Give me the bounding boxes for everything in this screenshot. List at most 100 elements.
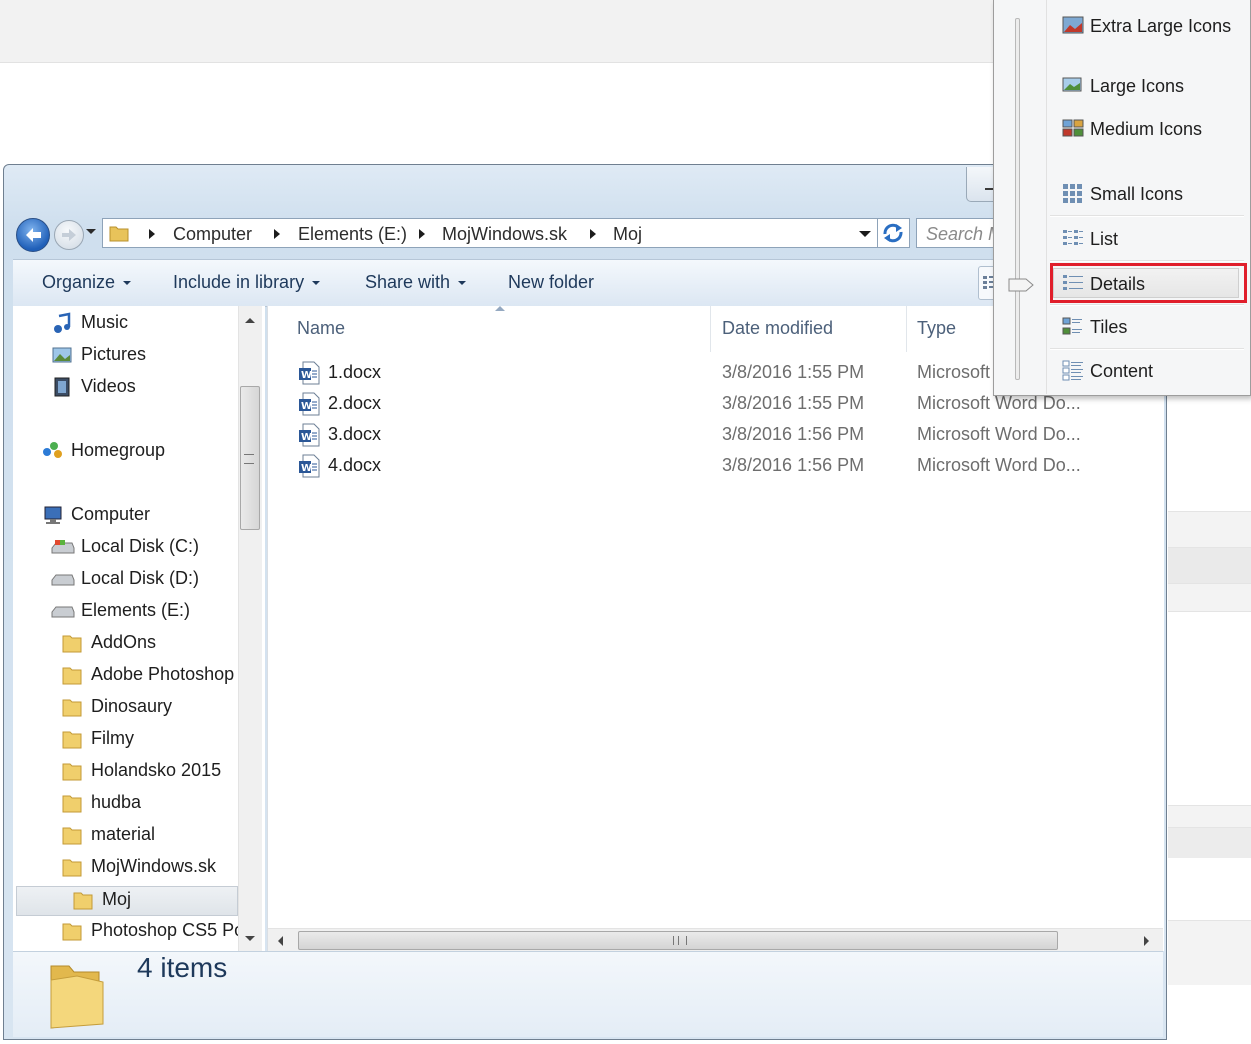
nav-label: Photoshop CS5 Po (91, 920, 245, 940)
menu-item-large-icons[interactable]: Large Icons (1054, 71, 1244, 101)
menu-item-extra-large-icons[interactable]: Extra Large Icons (1054, 11, 1244, 41)
nav-item-hudba[interactable]: hudba (61, 790, 251, 816)
file-name: 3.docx (328, 424, 382, 444)
nav-item-music[interactable]: Music (51, 310, 241, 336)
file-row[interactable]: W 3.docx 3/8/2016 1:56 PM Microsoft Word… (268, 420, 1164, 450)
menu-item-small-icons[interactable]: Small Icons (1054, 179, 1244, 209)
folder-icon (62, 635, 82, 653)
scroll-down-icon[interactable] (245, 936, 255, 941)
column-divider[interactable] (710, 306, 711, 352)
nav-label: Local Disk (C:) (81, 536, 200, 556)
breadcrumb-arrow-icon[interactable] (149, 229, 155, 239)
details-pane: 4 items (13, 951, 1163, 1037)
menu-item-label: Large Icons (1090, 76, 1185, 96)
nav-item-homegroup[interactable]: Homegroup (41, 438, 241, 464)
file-type: Microsoft Word Do... (917, 393, 1081, 413)
refresh-button[interactable] (878, 218, 910, 248)
extra-large-icons-icon (1062, 16, 1084, 34)
column-header-name[interactable]: Name (297, 318, 345, 339)
address-history-dropdown[interactable] (859, 231, 871, 237)
videos-icon (54, 377, 70, 397)
menu-item-tiles[interactable]: Tiles (1054, 312, 1244, 342)
menu-item-label: Tiles (1090, 317, 1128, 337)
word-document-icon: W (299, 361, 320, 385)
new-folder-button[interactable]: New folder (508, 272, 594, 293)
folder-icon (109, 226, 129, 242)
nav-item-videos[interactable]: Videos (51, 374, 241, 400)
back-button[interactable] (16, 218, 50, 252)
chevron-down-icon (123, 281, 132, 286)
folder-icon (62, 795, 82, 813)
breadcrumb-mojwindows[interactable]: MojWindows.sk (442, 224, 567, 245)
forward-arrow-icon (62, 229, 76, 241)
nav-item-elements-e[interactable]: Elements (E:) (51, 598, 241, 624)
menu-item-content[interactable]: Content (1054, 356, 1244, 386)
small-icons-icon (1063, 184, 1082, 203)
nav-item-addons[interactable]: AddOns (61, 630, 251, 656)
nav-label: Adobe Photoshop (91, 664, 235, 684)
forward-button[interactable] (54, 220, 84, 250)
scroll-up-icon[interactable] (245, 318, 255, 323)
file-type: Microsoft Word Do... (917, 455, 1081, 475)
column-divider[interactable] (906, 306, 907, 352)
word-document-icon: W (299, 423, 320, 447)
breadcrumb-arrow-icon[interactable] (419, 229, 425, 239)
folder-icon (62, 763, 82, 781)
scroll-left-icon[interactable] (278, 936, 283, 946)
include-in-library-label: Include in library (173, 272, 305, 292)
nav-item-pictures[interactable]: Pictures (51, 342, 241, 368)
breadcrumb-moj[interactable]: Moj (613, 224, 642, 245)
scroll-right-icon[interactable] (1144, 936, 1149, 946)
nav-item-adobe-photoshop[interactable]: Adobe Photoshop (61, 662, 261, 688)
file-date: 3/8/2016 1:55 PM (722, 362, 865, 382)
column-header-type[interactable]: Type (917, 318, 956, 339)
nav-pane-scrollbar[interactable] (238, 306, 262, 951)
nav-item-local-disk-d[interactable]: Local Disk (D:) (51, 566, 241, 592)
breadcrumb-arrow-icon[interactable] (590, 229, 596, 239)
nav-label: material (91, 824, 156, 844)
file-list: Name Date modified Type W 1.docx 3/8/201… (267, 306, 1164, 952)
organize-button[interactable]: Organize (42, 272, 132, 293)
nav-item-moj[interactable]: Moj (16, 886, 238, 916)
recent-pages-dropdown[interactable] (86, 229, 96, 234)
menu-item-list[interactable]: List (1054, 224, 1244, 254)
nav-label: Elements (E:) (81, 600, 191, 620)
menu-separator (1050, 215, 1244, 217)
drive-icon (51, 574, 75, 586)
nav-item-computer[interactable]: Computer (41, 502, 241, 528)
breadcrumb-elements[interactable]: Elements (E:) (298, 224, 407, 245)
nav-label: Homegroup (71, 440, 166, 460)
nav-item-photoshop-cs5[interactable]: Photoshop CS5 Po (61, 918, 261, 944)
menu-item-label: Content (1090, 361, 1154, 381)
sort-ascending-icon (495, 306, 505, 311)
nav-label: Computer (71, 504, 151, 524)
breadcrumb-computer[interactable]: Computer (173, 224, 252, 245)
file-row[interactable]: W 4.docx 3/8/2016 1:56 PM Microsoft Word… (268, 451, 1164, 481)
nav-item-holandsko-2015[interactable]: Holandsko 2015 (61, 758, 251, 784)
address-bar[interactable]: Computer Elements (E:) MojWindows.sk Moj (102, 218, 878, 248)
nav-item-dinosaury[interactable]: Dinosaury (61, 694, 251, 720)
file-date: 3/8/2016 1:56 PM (722, 424, 865, 444)
nav-label: Music (81, 312, 129, 332)
music-icon (54, 312, 71, 333)
nav-label: hudba (91, 792, 142, 812)
nav-item-mojwindows[interactable]: MojWindows.sk (61, 854, 251, 880)
back-arrow-icon (26, 228, 41, 242)
computer-icon (44, 506, 62, 524)
share-with-button[interactable]: Share with (365, 272, 467, 293)
include-in-library-button[interactable]: Include in library (173, 272, 321, 293)
view-slider-track[interactable] (1015, 18, 1020, 380)
nav-item-filmy[interactable]: Filmy (61, 726, 251, 752)
file-list-horizontal-scrollbar[interactable] (268, 928, 1163, 952)
menu-item-medium-icons[interactable]: Medium Icons (1054, 114, 1244, 144)
menu-item-label: List (1090, 229, 1119, 249)
nav-item-local-disk-c[interactable]: Local Disk (C:) (51, 534, 241, 560)
view-slider-thumb[interactable] (1008, 277, 1034, 293)
breadcrumb-arrow-icon[interactable] (274, 229, 280, 239)
nav-label: Dinosaury (91, 696, 173, 716)
menu-item-label: Extra Large Icons (1090, 16, 1232, 36)
file-name: 1.docx (328, 362, 382, 382)
column-header-date-modified[interactable]: Date modified (722, 318, 833, 339)
grip-icon (244, 454, 254, 464)
nav-item-material[interactable]: material (61, 822, 251, 848)
